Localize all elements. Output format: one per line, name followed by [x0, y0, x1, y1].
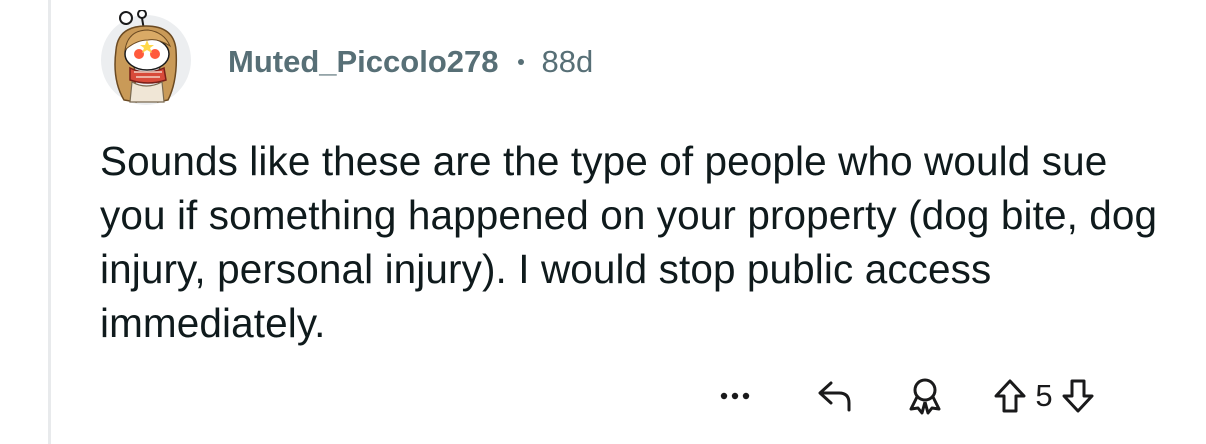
- downvote-icon: [1062, 379, 1094, 413]
- snoo-avatar-icon: [101, 10, 191, 105]
- award-button[interactable]: [900, 368, 950, 424]
- reply-button[interactable]: [810, 368, 860, 424]
- thread-line: [48, 0, 51, 444]
- upvote-icon: [994, 379, 1026, 413]
- username-link[interactable]: Muted_Piccolo278: [228, 44, 498, 80]
- separator-dot: [518, 59, 525, 65]
- comment-actions: 5: [712, 368, 1100, 424]
- vote-score: 5: [1035, 378, 1053, 413]
- more-options-icon: [720, 392, 750, 400]
- comment-body: Sounds like these are the type of people…: [100, 138, 1158, 346]
- upvote-button[interactable]: [988, 368, 1032, 424]
- comment-meta: Muted_Piccolo278 88d: [228, 40, 593, 84]
- user-avatar[interactable]: [98, 10, 194, 106]
- downvote-button[interactable]: [1056, 368, 1100, 424]
- award-icon: [909, 378, 941, 415]
- more-options-button[interactable]: [712, 368, 758, 424]
- comment-age: 88d: [541, 44, 594, 79]
- reply-icon: [818, 381, 851, 412]
